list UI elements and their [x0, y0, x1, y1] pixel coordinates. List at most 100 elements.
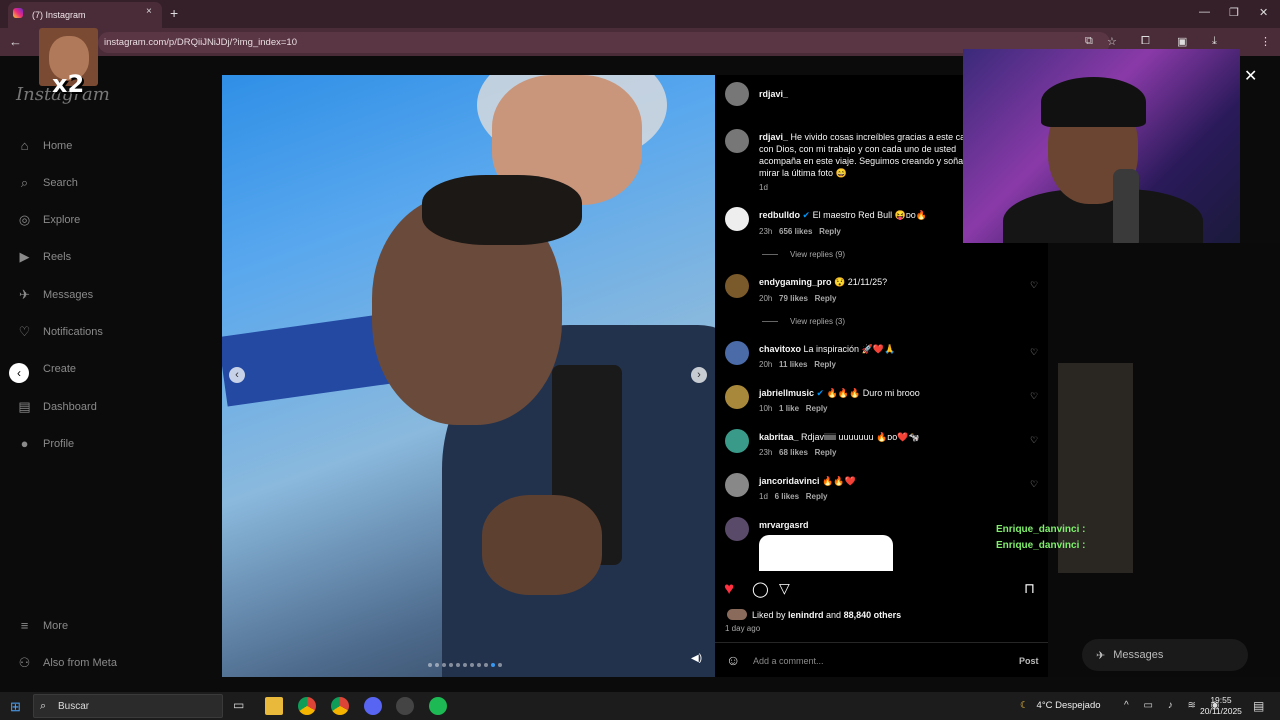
comment-likes[interactable]: 656 likes [779, 227, 812, 236]
comment-avatar[interactable] [725, 341, 749, 365]
comment-username[interactable]: jabriellmusic [759, 388, 814, 398]
comment-likes[interactable]: 68 likes [779, 448, 808, 457]
liked-by-avatars[interactable] [727, 609, 747, 620]
comment-avatar[interactable] [725, 517, 749, 541]
comment-username[interactable]: chavitoxo [759, 344, 801, 354]
taskbar-clock[interactable]: 19:55 20/11/2025 [1200, 695, 1242, 717]
comment-like-heart-icon[interactable]: ♡ [1030, 479, 1038, 490]
spotify-icon[interactable] [429, 697, 447, 715]
comment-avatar[interactable] [725, 274, 749, 298]
comment-like-heart-icon[interactable]: ♡ [1030, 391, 1038, 402]
sidebar-label: Explore [43, 214, 81, 226]
reply-button[interactable]: Reply [815, 294, 837, 303]
sidepanel-icon[interactable]: ▣ [1177, 35, 1187, 48]
comment-like-heart-icon[interactable]: ♡ [1030, 280, 1038, 291]
tab-close-icon[interactable]: × [146, 6, 152, 17]
install-icon[interactable]: ⧉ [1085, 35, 1093, 48]
minimize-button[interactable]: — [1199, 6, 1210, 18]
view-replies-button[interactable]: View replies (9) [762, 250, 845, 259]
comment-likes[interactable]: 1 like [779, 404, 799, 413]
caption-time: 1d [759, 183, 768, 192]
new-tab-button[interactable]: + [170, 5, 178, 21]
download-icon[interactable]: ⤓ [1212, 35, 1217, 48]
sidebar-item-explore[interactable]: ◎ Explore [16, 212, 80, 228]
comment-icon[interactable]: ◯ [752, 580, 769, 598]
obs-icon[interactable] [396, 697, 414, 715]
notification-center-icon[interactable]: ▤ [1253, 699, 1264, 713]
reply-button[interactable]: Reply [815, 448, 837, 457]
emoji-icon[interactable]: ☺ [726, 652, 740, 668]
sidebar-item-more[interactable]: ≡ More [16, 618, 68, 633]
comment-avatar[interactable] [725, 429, 749, 453]
comment-likes[interactable]: 79 likes [779, 294, 808, 303]
comment-text: La inspiración 🚀❤️🙏 [803, 344, 896, 354]
comment-time: 10h [759, 404, 773, 413]
reply-button[interactable]: Reply [814, 360, 836, 369]
sidebar-item-dashboard[interactable]: ▤ Dashboard [16, 399, 96, 415]
comment-input[interactable]: Add a comment... [753, 656, 824, 666]
comment-avatar[interactable] [725, 473, 749, 497]
sidebar-item-also-from-meta[interactable]: ⚇ Also from Meta [16, 655, 117, 671]
reply-button[interactable]: Reply [806, 404, 828, 413]
comment-avatar[interactable] [725, 385, 749, 409]
weather-label[interactable]: 4°C Despejado [1037, 700, 1101, 711]
save-bookmark-icon[interactable]: ⊓ [1024, 580, 1035, 597]
audio-icon[interactable]: ◀) [691, 653, 702, 664]
comment: jabriellmusic ✔ 🔥🔥🔥 Duro mi brooo [759, 388, 920, 399]
author-username[interactable]: rdjavi_ [759, 89, 788, 99]
comment-username[interactable]: redbulldo [759, 210, 800, 220]
reply-button[interactable]: Reply [806, 492, 828, 501]
restore-button[interactable]: ❐ [1229, 6, 1239, 19]
sidebar-item-notifications[interactable]: ♡ Notifications [16, 324, 103, 340]
like-heart-icon[interactable]: ♥ [724, 579, 734, 599]
sidebar-item-home[interactable]: ⌂ Home [16, 138, 73, 153]
window-close-button[interactable]: ✕ [1259, 6, 1268, 19]
comment-text: 😯 21/11/25? [834, 277, 888, 287]
carousel-next-icon[interactable]: › [691, 367, 707, 383]
caption-username[interactable]: rdjavi_ [759, 132, 788, 142]
comment: kabritaa_ Rdjaviiiiii uuuuuuu 🔥ᴅᴏ❤️🐄 [759, 432, 920, 443]
bookmark-star-icon[interactable]: ☆ [1107, 35, 1117, 48]
menu-kebab-icon[interactable]: ⋮ [1260, 35, 1271, 48]
comment-username[interactable]: mrvargasrd [759, 520, 809, 530]
browser-tab[interactable]: (7) Instagram [8, 2, 162, 28]
caption-avatar[interactable] [725, 129, 749, 153]
prev-post-arrow-icon[interactable]: ‹ [9, 363, 29, 383]
comment-image-attachment[interactable] [759, 535, 893, 571]
chrome-icon[interactable] [298, 697, 316, 715]
back-button[interactable]: ← [9, 34, 22, 49]
comment-like-heart-icon[interactable]: ♡ [1030, 435, 1038, 446]
share-icon[interactable]: ▽ [779, 580, 790, 597]
author-avatar[interactable] [725, 82, 749, 106]
post-photo[interactable]: ‹ › ◀) [222, 75, 715, 677]
comment-username[interactable]: kabritaa_ [759, 432, 799, 442]
windows-start-icon[interactable]: ⊞ [10, 699, 21, 715]
file-explorer-icon[interactable] [265, 697, 283, 715]
carousel-prev-icon[interactable]: ‹ [229, 367, 245, 383]
sidebar-item-profile[interactable]: ● Profile [16, 436, 75, 451]
comment-like-heart-icon[interactable]: ♡ [1030, 347, 1038, 358]
extensions-icon[interactable]: ⧠ [1141, 35, 1150, 48]
comment-username[interactable]: endygaming_pro [759, 277, 832, 287]
discord-icon[interactable] [364, 697, 382, 715]
url-text: instagram.com/p/DRQiiJNiJDj/?img_index=1… [104, 37, 297, 48]
sidebar-item-reels[interactable]: ▶ Reels [16, 249, 72, 265]
comment-likes[interactable]: 11 likes [779, 360, 807, 369]
liked-by-others[interactable]: 88,840 others [844, 610, 902, 620]
comment-username[interactable]: jancoridavinci [759, 476, 820, 486]
task-view-icon[interactable]: ▭ [233, 698, 244, 712]
messages-drawer-button[interactable]: ✈ Messages [1082, 639, 1248, 671]
comment-text: El maestro Red Bull 😝ᴅᴏ🔥 [812, 210, 927, 220]
chrome-icon-active[interactable] [331, 697, 349, 715]
comment-meta: 23h 68 likes Reply [759, 448, 836, 457]
close-icon[interactable]: ✕ [1244, 66, 1257, 86]
view-replies-button[interactable]: View replies (3) [762, 317, 845, 326]
liked-by-user[interactable]: lenindrd [788, 610, 824, 620]
sidebar-item-search[interactable]: ⌕ Search [16, 175, 78, 191]
sidebar-item-messages[interactable]: ✈ Messages [16, 287, 93, 303]
comment-likes[interactable]: 6 likes [775, 492, 799, 501]
post-comment-button[interactable]: Post [1019, 656, 1039, 666]
taskbar-search[interactable]: Buscar [33, 694, 223, 718]
reply-button[interactable]: Reply [819, 227, 841, 236]
comment-avatar[interactable] [725, 207, 749, 231]
